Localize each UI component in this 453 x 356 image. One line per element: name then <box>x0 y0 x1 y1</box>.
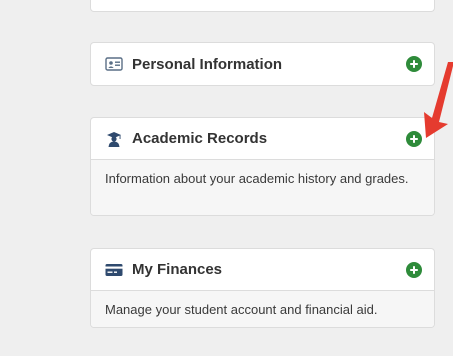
partial-card-top <box>90 0 435 12</box>
credit-card-icon <box>105 262 123 278</box>
graduate-icon <box>105 131 123 147</box>
card-academic-records: Academic Records Information about your … <box>90 117 435 216</box>
id-card-icon <box>105 56 123 72</box>
page: Personal Information Academic Records In… <box>0 0 453 356</box>
card-title: My Finances <box>132 261 223 278</box>
plus-circle-icon[interactable] <box>406 261 422 278</box>
card-header-academic-records[interactable]: Academic Records <box>91 118 434 159</box>
card-description: Manage your student account and financia… <box>91 290 434 327</box>
card-personal-information: Personal Information <box>90 42 435 86</box>
plus-circle-icon[interactable] <box>406 56 422 72</box>
card-header-my-finances[interactable]: My Finances <box>91 249 434 290</box>
card-description: Information about your academic history … <box>91 159 434 215</box>
card-my-finances: My Finances Manage your student account … <box>90 248 435 328</box>
card-header-personal-information[interactable]: Personal Information <box>91 43 434 85</box>
plus-circle-icon[interactable] <box>406 130 422 147</box>
card-title: Academic Records <box>132 130 268 147</box>
card-title: Personal Information <box>132 55 283 73</box>
